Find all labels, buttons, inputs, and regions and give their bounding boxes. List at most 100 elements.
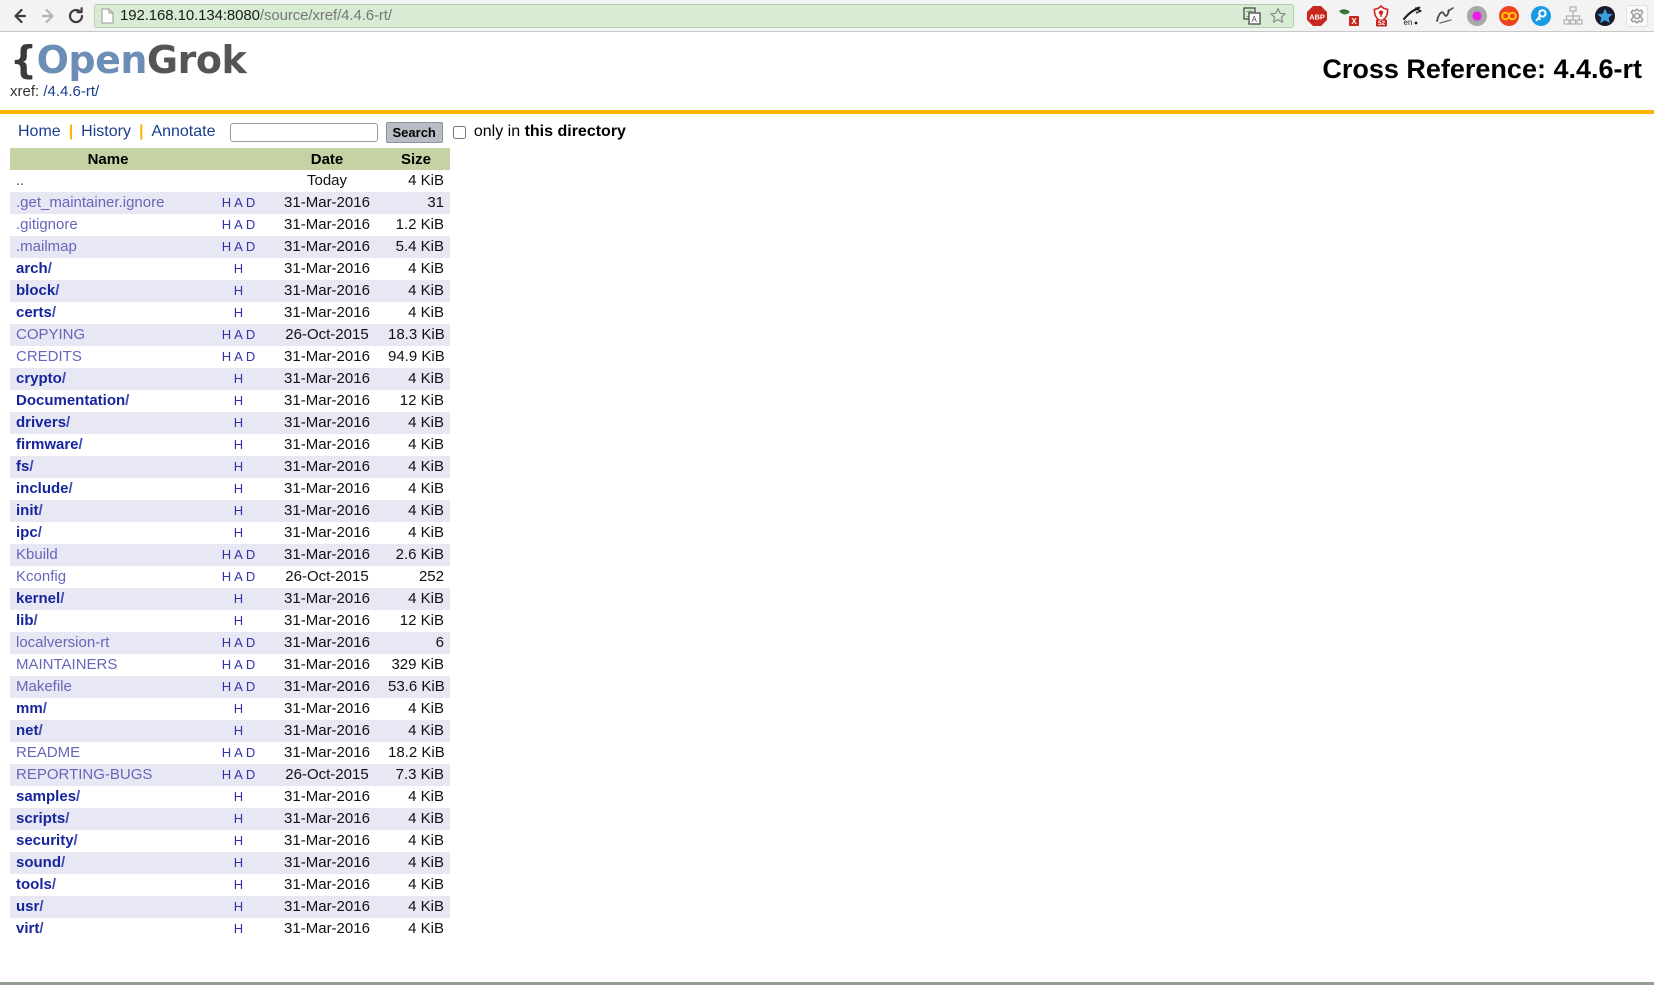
- history-link[interactable]: H: [222, 635, 232, 650]
- infinity-icon[interactable]: [1498, 5, 1520, 27]
- blue-star-icon[interactable]: [1594, 5, 1616, 27]
- annotate-link[interactable]: A: [234, 217, 244, 232]
- download-link[interactable]: D: [246, 767, 256, 782]
- directory-link[interactable]: certs/: [16, 304, 56, 321]
- annotate-link[interactable]: A: [234, 745, 244, 760]
- history-link[interactable]: H: [234, 899, 244, 914]
- annotate-link[interactable]: A: [234, 635, 244, 650]
- history-link[interactable]: H: [234, 833, 244, 848]
- annotate-link[interactable]: A: [234, 195, 244, 210]
- file-link[interactable]: COPYING: [16, 326, 85, 343]
- history-link[interactable]: H: [222, 657, 232, 672]
- history-link[interactable]: H: [234, 877, 244, 892]
- download-link[interactable]: D: [246, 745, 256, 760]
- directory-link[interactable]: scripts/: [16, 810, 69, 827]
- history-link[interactable]: H: [234, 525, 244, 540]
- noscript-icon[interactable]: X: [1338, 5, 1360, 27]
- annotate-link[interactable]: A: [234, 327, 244, 342]
- download-link[interactable]: D: [246, 239, 256, 254]
- file-link[interactable]: MAINTAINERS: [16, 656, 117, 673]
- magenta-dot-icon[interactable]: [1466, 5, 1488, 27]
- file-link[interactable]: REPORTING-BUGS: [16, 766, 152, 783]
- column-header-name[interactable]: Name: [10, 148, 206, 170]
- directory-link[interactable]: ipc/: [16, 524, 42, 541]
- directory-link[interactable]: firmware/: [16, 436, 83, 453]
- file-link[interactable]: Makefile: [16, 678, 72, 695]
- history-link[interactable]: H: [222, 569, 232, 584]
- history-link[interactable]: H: [234, 723, 244, 738]
- history-link[interactable]: H: [234, 393, 244, 408]
- directory-link[interactable]: samples/: [16, 788, 80, 805]
- xref-path-link[interactable]: /4.4.6-rt/: [43, 83, 99, 100]
- download-link[interactable]: D: [246, 657, 256, 672]
- directory-link[interactable]: include/: [16, 480, 73, 497]
- download-link[interactable]: D: [246, 349, 256, 364]
- keyfinder-icon[interactable]: [1530, 5, 1552, 27]
- english-dictionary-icon[interactable]: 文 en: [1402, 5, 1424, 27]
- directory-link[interactable]: net/: [16, 722, 43, 739]
- directory-link[interactable]: kernel/: [16, 590, 64, 607]
- back-arrow-icon[interactable]: [6, 2, 34, 30]
- directory-link[interactable]: drivers/: [16, 414, 70, 431]
- download-link[interactable]: D: [246, 217, 256, 232]
- download-link[interactable]: D: [246, 569, 256, 584]
- file-link[interactable]: .get_maintainer.ignore: [16, 194, 164, 211]
- annotate-link[interactable]: A: [234, 239, 244, 254]
- url-bar[interactable]: 192.168.10.134:8080/source/xref/4.4.6-rt…: [94, 3, 1294, 28]
- download-link[interactable]: D: [246, 327, 256, 342]
- translate-icon[interactable]: 文 A: [1243, 6, 1261, 25]
- column-header-size[interactable]: Size: [382, 148, 450, 170]
- directory-link[interactable]: sound/: [16, 854, 65, 871]
- nav-annotate-link[interactable]: Annotate: [145, 123, 221, 141]
- history-link[interactable]: H: [234, 415, 244, 430]
- bookmark-star-icon[interactable]: [1269, 7, 1287, 25]
- scribble-icon[interactable]: [1434, 5, 1456, 27]
- history-link[interactable]: H: [234, 591, 244, 606]
- history-link[interactable]: H: [222, 195, 232, 210]
- directory-link[interactable]: Documentation/: [16, 392, 129, 409]
- file-link[interactable]: Kconfig: [16, 568, 66, 585]
- annotate-link[interactable]: A: [234, 767, 244, 782]
- history-link[interactable]: H: [234, 261, 244, 276]
- opengrok-logo[interactable]: {OpenGrok: [10, 38, 247, 82]
- history-link[interactable]: H: [222, 745, 232, 760]
- download-link[interactable]: D: [246, 635, 256, 650]
- sitemap-icon[interactable]: [1562, 5, 1584, 27]
- directory-link[interactable]: fs/: [16, 458, 34, 475]
- nav-history-link[interactable]: History: [75, 123, 137, 141]
- history-link[interactable]: H: [222, 327, 232, 342]
- file-link[interactable]: README: [16, 744, 80, 761]
- history-link[interactable]: H: [234, 613, 244, 628]
- history-link[interactable]: H: [234, 701, 244, 716]
- file-link[interactable]: Kbuild: [16, 546, 58, 563]
- history-link[interactable]: H: [222, 217, 232, 232]
- history-link[interactable]: H: [234, 459, 244, 474]
- directory-link[interactable]: init/: [16, 502, 43, 519]
- directory-link[interactable]: virt/: [16, 920, 44, 937]
- gear-icon[interactable]: [1626, 4, 1648, 27]
- annotate-link[interactable]: A: [234, 349, 244, 364]
- search-button[interactable]: Search: [385, 121, 443, 143]
- directory-link[interactable]: tools/: [16, 876, 56, 893]
- forward-arrow-icon[interactable]: [34, 2, 62, 30]
- history-link[interactable]: H: [222, 349, 232, 364]
- directory-link[interactable]: usr/: [16, 898, 44, 915]
- directory-link[interactable]: crypto/: [16, 370, 66, 387]
- nav-home-link[interactable]: Home: [18, 123, 67, 141]
- directory-link[interactable]: mm/: [16, 700, 47, 717]
- history-link[interactable]: H: [234, 789, 244, 804]
- download-link[interactable]: D: [246, 547, 256, 562]
- history-link[interactable]: H: [234, 371, 244, 386]
- download-link[interactable]: D: [246, 195, 256, 210]
- history-link[interactable]: H: [222, 239, 232, 254]
- column-header-date[interactable]: Date: [272, 148, 382, 170]
- parent-directory-link[interactable]: ..: [16, 172, 24, 189]
- reload-icon[interactable]: [62, 2, 90, 30]
- ublock-origin-icon[interactable]: 52: [1370, 4, 1392, 27]
- history-link[interactable]: H: [234, 481, 244, 496]
- history-link[interactable]: H: [234, 437, 244, 452]
- history-link[interactable]: H: [234, 921, 244, 936]
- directory-link[interactable]: lib/: [16, 612, 38, 629]
- file-link[interactable]: .mailmap: [16, 238, 77, 255]
- download-link[interactable]: D: [246, 679, 256, 694]
